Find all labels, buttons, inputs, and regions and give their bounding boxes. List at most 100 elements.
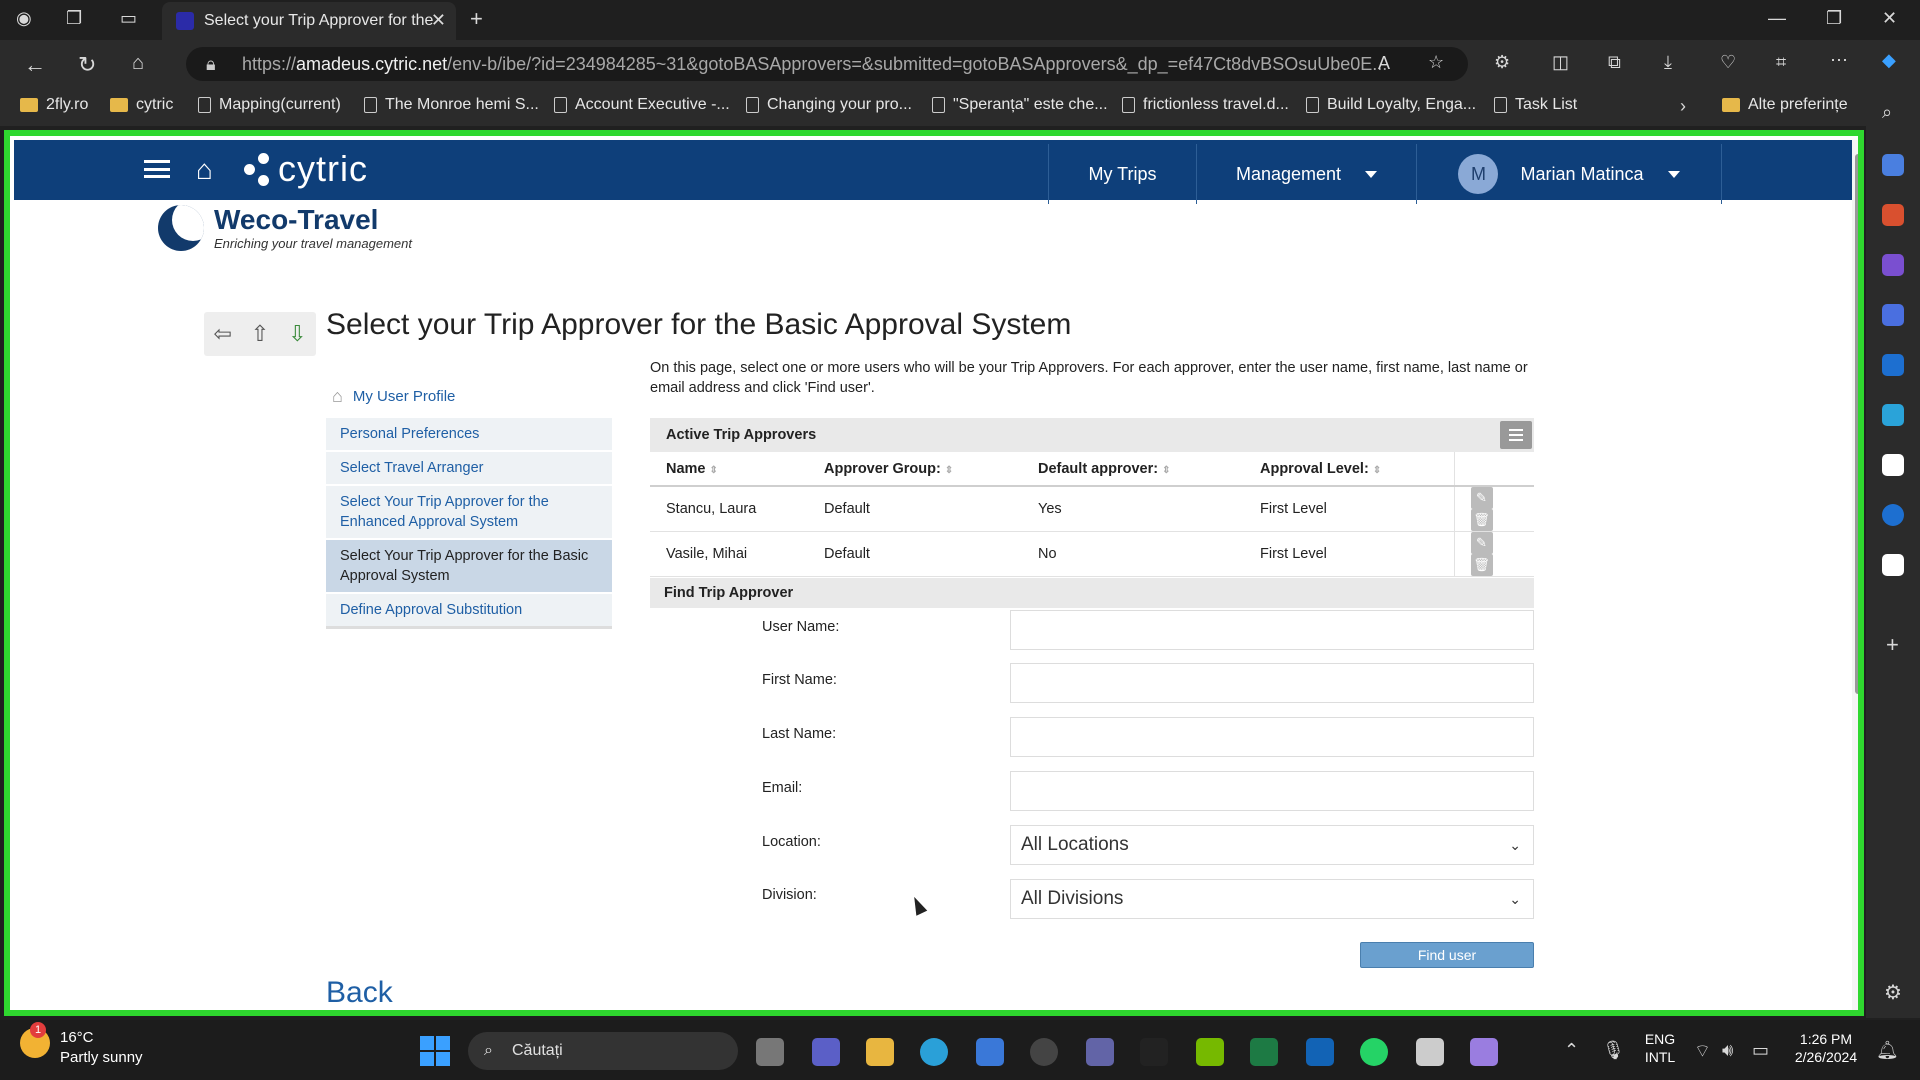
- file-explorer-icon[interactable]: [866, 1038, 894, 1066]
- page-scrollbar[interactable]: [1852, 140, 1858, 1010]
- division-select[interactable]: All Divisions ⌄: [1010, 879, 1534, 919]
- edit-icon[interactable]: ✎: [1470, 487, 1493, 509]
- read-aloud-icon[interactable]: A: [1378, 53, 1390, 74]
- user-name-input[interactable]: [1010, 610, 1534, 650]
- outlook-icon[interactable]: [1306, 1038, 1334, 1066]
- sidebar-item-approval-substitution[interactable]: Define Approval Substitution: [326, 592, 612, 626]
- more-menu-icon[interactable]: ⋯: [1830, 50, 1848, 71]
- bookmark-frictionless[interactable]: frictionless travel.d...: [1122, 96, 1289, 114]
- microphone-icon[interactable]: 🎙︎: [1602, 1040, 1625, 1061]
- bookmark-monroe[interactable]: The Monroe hemi S...: [364, 96, 539, 114]
- notifications-icon[interactable]: 🔔︎: [1876, 1040, 1899, 1061]
- last-name-input[interactable]: [1010, 717, 1534, 757]
- cytric-logo[interactable]: cytric: [242, 148, 368, 190]
- taskview-icon[interactable]: [756, 1038, 784, 1066]
- weather-widget[interactable]: 1 16°C Partly sunny: [20, 1022, 143, 1068]
- dell-icon[interactable]: [1030, 1038, 1058, 1066]
- windows-start-icon[interactable]: [420, 1036, 450, 1066]
- excel-icon[interactable]: [1250, 1038, 1278, 1066]
- sidebar-tools-icon[interactable]: [1882, 204, 1904, 226]
- sidebar-outlook-icon[interactable]: [1882, 354, 1904, 376]
- split-screen-icon[interactable]: ◫: [1552, 52, 1569, 73]
- arrow-up-icon[interactable]: ⇧: [251, 321, 269, 347]
- table-menu-button[interactable]: [1500, 421, 1532, 449]
- find-user-button[interactable]: Find user: [1360, 942, 1534, 968]
- sidebar-item-enhanced-approver[interactable]: Select Your Trip Approver for the Enhanc…: [326, 484, 612, 538]
- nvidia-icon[interactable]: [1196, 1038, 1224, 1066]
- collections-icon[interactable]: ⧉: [1608, 52, 1621, 73]
- sidebar-item-travel-arranger[interactable]: Select Travel Arranger: [326, 450, 612, 484]
- snipping-tool-icon[interactable]: [1470, 1038, 1498, 1066]
- bookmark-cytric[interactable]: cytric: [110, 96, 173, 114]
- health-icon[interactable]: ♡: [1720, 52, 1736, 73]
- language-indicator[interactable]: ENG INTL: [1640, 1030, 1680, 1066]
- arrow-back-icon[interactable]: ⇦: [213, 321, 231, 347]
- bookmark-build-loyalty[interactable]: Build Loyalty, Enga...: [1306, 96, 1476, 114]
- back-link[interactable]: Back: [326, 976, 393, 1010]
- home-browser-icon[interactable]: ⌂: [132, 52, 144, 75]
- close-window-icon[interactable]: ✕: [1882, 8, 1897, 29]
- col-group[interactable]: Approver Group: ⇕: [808, 452, 1022, 487]
- profile-icon[interactable]: ◉: [16, 8, 32, 29]
- bookmark-changing[interactable]: Changing your pro...: [746, 96, 912, 114]
- back-icon[interactable]: ←: [24, 52, 46, 78]
- battery-icon[interactable]: ▭: [1752, 1040, 1769, 1061]
- teams-icon[interactable]: [812, 1038, 840, 1066]
- email-input[interactable]: [1010, 771, 1534, 811]
- tray-chevron-icon[interactable]: ⌃: [1564, 1040, 1579, 1061]
- teams-work-icon[interactable]: [1086, 1038, 1114, 1066]
- sidebar-item-basic-approver[interactable]: Select Your Trip Approver for the Basic …: [326, 538, 612, 592]
- url-input[interactable]: 🔒︎ https://amadeus.cytric.net/env-b/ibe/…: [186, 47, 1468, 81]
- bookmark-other-favorites[interactable]: Alte preferințe: [1722, 96, 1848, 114]
- volume-icon[interactable]: 🔊︎: [1722, 1040, 1733, 1061]
- download-icon[interactable]: ⤓: [1664, 52, 1672, 73]
- extensions-icon[interactable]: ⚙: [1494, 52, 1510, 73]
- sidebar-search-icon[interactable]: ⌕: [1882, 102, 1892, 123]
- taskbar-search[interactable]: ⌕ Căutați: [468, 1032, 738, 1070]
- sidebar-copilot-icon[interactable]: [1882, 304, 1904, 326]
- bookmarks-more-icon[interactable]: ›: [1680, 96, 1686, 117]
- edit-icon[interactable]: ✎: [1470, 532, 1493, 554]
- whatsapp-icon[interactable]: [1360, 1038, 1388, 1066]
- sidebar-weco2-icon[interactable]: [1882, 554, 1904, 576]
- delete-icon[interactable]: 🗑︎: [1470, 554, 1493, 576]
- nav-management[interactable]: Management: [1196, 144, 1416, 204]
- minimize-icon[interactable]: —: [1768, 8, 1786, 29]
- app-window-icon[interactable]: [1416, 1038, 1444, 1066]
- nav-my-trips[interactable]: My Trips: [1048, 144, 1196, 204]
- refresh-icon[interactable]: ↻: [78, 52, 96, 78]
- sidebar-tag-icon[interactable]: [1882, 154, 1904, 176]
- user-menu[interactable]: M Marian Matinca: [1416, 144, 1722, 204]
- workspaces-icon[interactable]: ❐: [66, 8, 82, 29]
- scrollbar-thumb[interactable]: [1855, 154, 1858, 694]
- my-user-profile-link[interactable]: ⌂ My User Profile: [332, 386, 455, 407]
- store-icon[interactable]: [976, 1038, 1004, 1066]
- restore-icon[interactable]: ❐: [1826, 8, 1842, 29]
- wifi-icon[interactable]: ⌔: [1694, 1040, 1711, 1063]
- bookmark-speranta[interactable]: "Speranța" este che...: [932, 96, 1108, 114]
- delete-icon[interactable]: 🗑︎: [1470, 509, 1493, 531]
- bookmark-mapping[interactable]: Mapping(current): [198, 96, 341, 114]
- bookmark-2fly[interactable]: 2fly.ro: [20, 96, 88, 114]
- tab-active[interactable]: Select your Trip Approver for the ✕: [162, 2, 456, 40]
- bookmark-account-exec[interactable]: Account Executive -...: [554, 96, 730, 114]
- sidebar-amazon-icon[interactable]: [1882, 504, 1904, 526]
- terminal-icon[interactable]: [1140, 1038, 1168, 1066]
- sidebar-send-icon[interactable]: [1882, 404, 1904, 426]
- edge-icon[interactable]: [920, 1038, 948, 1066]
- sidebar-games-icon[interactable]: [1882, 254, 1904, 276]
- sidebar-item-personal-preferences[interactable]: Personal Preferences: [326, 416, 612, 450]
- home-icon[interactable]: ⌂: [196, 154, 213, 186]
- favorite-star-icon[interactable]: ☆: [1428, 52, 1444, 73]
- screenshot-icon[interactable]: ⌗: [1776, 52, 1786, 73]
- close-tab-icon[interactable]: ✕: [431, 10, 446, 31]
- new-tab-icon[interactable]: +: [470, 6, 483, 32]
- tab-actions-icon[interactable]: ▭: [120, 8, 137, 29]
- sidebar-weco-icon[interactable]: [1882, 454, 1904, 476]
- location-select[interactable]: All Locations ⌄: [1010, 825, 1534, 865]
- clock[interactable]: 1:26 PM 2/26/2024: [1786, 1030, 1866, 1066]
- col-name[interactable]: Name ⇕: [650, 452, 808, 487]
- copilot-icon[interactable]: ◆: [1882, 50, 1896, 71]
- sidebar-settings-icon[interactable]: ⚙: [1884, 980, 1902, 1005]
- bookmark-task-list[interactable]: Task List: [1494, 96, 1577, 114]
